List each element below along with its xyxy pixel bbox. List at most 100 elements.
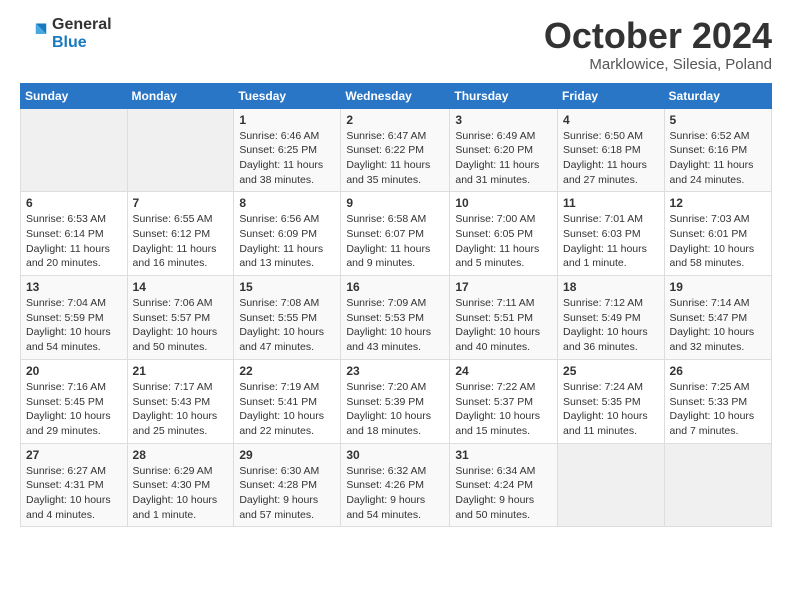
day-info: Sunrise: 6:55 AM Sunset: 6:12 PM Dayligh… bbox=[133, 212, 229, 271]
week-row-2: 6Sunrise: 6:53 AM Sunset: 6:14 PM Daylig… bbox=[21, 192, 772, 276]
title-block: October 2024 Marklowice, Silesia, Poland bbox=[544, 16, 772, 73]
day-number: 4 bbox=[563, 113, 659, 127]
day-info: Sunrise: 7:01 AM Sunset: 6:03 PM Dayligh… bbox=[563, 212, 659, 271]
day-info: Sunrise: 7:17 AM Sunset: 5:43 PM Dayligh… bbox=[133, 380, 229, 439]
logo-blue: Blue bbox=[52, 34, 87, 51]
logo-text: General Blue bbox=[52, 16, 112, 51]
day-cell: 29 Sunrise: 6:30 AM Sunset: 4:28 PM Dayli… bbox=[234, 443, 341, 527]
day-number: 30 bbox=[346, 448, 444, 462]
col-thursday: Thursday bbox=[450, 83, 558, 108]
day-number: 14 bbox=[133, 280, 229, 294]
day-cell: 3 Sunrise: 6:49 AM Sunset: 6:20 PM Daylig… bbox=[450, 108, 558, 192]
day-number: 12 bbox=[670, 196, 766, 210]
day-number: 19 bbox=[670, 280, 766, 294]
day-number: 22 bbox=[239, 364, 335, 378]
col-wednesday: Wednesday bbox=[341, 83, 450, 108]
day-info: Sunrise: 7:19 AM Sunset: 5:41 PM Dayligh… bbox=[239, 380, 335, 439]
day-number: 24 bbox=[455, 364, 552, 378]
day-number: 3 bbox=[455, 113, 552, 127]
day-number: 29 bbox=[239, 448, 335, 462]
day-info: Sunrise: 6:52 AM Sunset: 6:16 PM Dayligh… bbox=[670, 129, 766, 188]
day-cell: 21 Sunrise: 7:17 AM Sunset: 5:43 PM Dayli… bbox=[127, 359, 234, 443]
day-info: Sunrise: 6:47 AM Sunset: 6:22 PM Dayligh… bbox=[346, 129, 444, 188]
day-cell: 22 Sunrise: 7:19 AM Sunset: 5:41 PM Dayli… bbox=[234, 359, 341, 443]
day-cell: 9 Sunrise: 6:58 AM Sunset: 6:07 PM Daylig… bbox=[341, 192, 450, 276]
week-row-5: 27Sunrise: 6:27 AM Sunset: 4:31 PM Dayli… bbox=[21, 443, 772, 527]
day-number: 9 bbox=[346, 196, 444, 210]
week-row-4: 20Sunrise: 7:16 AM Sunset: 5:45 PM Dayli… bbox=[21, 359, 772, 443]
day-number: 2 bbox=[346, 113, 444, 127]
col-monday: Monday bbox=[127, 83, 234, 108]
day-cell: 8Sunrise: 6:56 AM Sunset: 6:09 PM Daylig… bbox=[234, 192, 341, 276]
day-cell: 13Sunrise: 7:04 AM Sunset: 5:59 PM Dayli… bbox=[21, 276, 128, 360]
day-cell: 15Sunrise: 7:08 AM Sunset: 5:55 PM Dayli… bbox=[234, 276, 341, 360]
day-info: Sunrise: 7:03 AM Sunset: 6:01 PM Dayligh… bbox=[670, 212, 766, 271]
day-number: 15 bbox=[239, 280, 335, 294]
day-cell: 16 Sunrise: 7:09 AM Sunset: 5:53 PM Dayli… bbox=[341, 276, 450, 360]
day-number: 31 bbox=[455, 448, 552, 462]
day-cell: 30 Sunrise: 6:32 AM Sunset: 4:26 PM Dayli… bbox=[341, 443, 450, 527]
location-text: Marklowice, Silesia, Poland bbox=[544, 56, 772, 73]
day-number: 5 bbox=[670, 113, 766, 127]
day-cell: 27Sunrise: 6:27 AM Sunset: 4:31 PM Dayli… bbox=[21, 443, 128, 527]
logo-icon bbox=[20, 20, 48, 48]
day-cell: 11 Sunrise: 7:01 AM Sunset: 6:03 PM Dayli… bbox=[558, 192, 665, 276]
day-info: Sunrise: 6:34 AM Sunset: 4:24 PM Dayligh… bbox=[455, 464, 552, 523]
day-cell: 2 Sunrise: 6:47 AM Sunset: 6:22 PM Daylig… bbox=[341, 108, 450, 192]
day-cell bbox=[664, 443, 771, 527]
day-info: Sunrise: 6:58 AM Sunset: 6:07 PM Dayligh… bbox=[346, 212, 444, 271]
day-info: Sunrise: 6:32 AM Sunset: 4:26 PM Dayligh… bbox=[346, 464, 444, 523]
calendar-body: 1 Sunrise: 6:46 AM Sunset: 6:25 PM Daylig… bbox=[21, 108, 772, 527]
day-info: Sunrise: 6:46 AM Sunset: 6:25 PM Dayligh… bbox=[239, 129, 335, 188]
day-number: 26 bbox=[670, 364, 766, 378]
day-cell: 23Sunrise: 7:20 AM Sunset: 5:39 PM Dayli… bbox=[341, 359, 450, 443]
day-cell: 5 Sunrise: 6:52 AM Sunset: 6:16 PM Daylig… bbox=[664, 108, 771, 192]
col-friday: Friday bbox=[558, 83, 665, 108]
day-cell: 31 Sunrise: 6:34 AM Sunset: 4:24 PM Dayli… bbox=[450, 443, 558, 527]
day-info: Sunrise: 7:00 AM Sunset: 6:05 PM Dayligh… bbox=[455, 212, 552, 271]
day-number: 17 bbox=[455, 280, 552, 294]
col-sunday: Sunday bbox=[21, 83, 128, 108]
weekday-row: Sunday Monday Tuesday Wednesday Thursday… bbox=[21, 83, 772, 108]
day-number: 10 bbox=[455, 196, 552, 210]
day-info: Sunrise: 6:30 AM Sunset: 4:28 PM Dayligh… bbox=[239, 464, 335, 523]
day-cell: 17Sunrise: 7:11 AM Sunset: 5:51 PM Dayli… bbox=[450, 276, 558, 360]
day-info: Sunrise: 7:12 AM Sunset: 5:49 PM Dayligh… bbox=[563, 296, 659, 355]
day-info: Sunrise: 7:04 AM Sunset: 5:59 PM Dayligh… bbox=[26, 296, 122, 355]
logo-general: General bbox=[52, 16, 112, 33]
day-info: Sunrise: 7:24 AM Sunset: 5:35 PM Dayligh… bbox=[563, 380, 659, 439]
day-info: Sunrise: 6:49 AM Sunset: 6:20 PM Dayligh… bbox=[455, 129, 552, 188]
day-cell: 19 Sunrise: 7:14 AM Sunset: 5:47 PM Dayli… bbox=[664, 276, 771, 360]
day-cell: 26 Sunrise: 7:25 AM Sunset: 5:33 PM Dayli… bbox=[664, 359, 771, 443]
calendar-table: Sunday Monday Tuesday Wednesday Thursday… bbox=[20, 83, 772, 528]
day-info: Sunrise: 6:29 AM Sunset: 4:30 PM Dayligh… bbox=[133, 464, 229, 523]
day-cell bbox=[558, 443, 665, 527]
day-info: Sunrise: 7:25 AM Sunset: 5:33 PM Dayligh… bbox=[670, 380, 766, 439]
month-title: October 2024 bbox=[544, 16, 772, 56]
day-cell bbox=[21, 108, 128, 192]
day-number: 20 bbox=[26, 364, 122, 378]
day-number: 25 bbox=[563, 364, 659, 378]
day-info: Sunrise: 7:09 AM Sunset: 5:53 PM Dayligh… bbox=[346, 296, 444, 355]
day-cell: 7Sunrise: 6:55 AM Sunset: 6:12 PM Daylig… bbox=[127, 192, 234, 276]
day-info: Sunrise: 6:53 AM Sunset: 6:14 PM Dayligh… bbox=[26, 212, 122, 271]
day-number: 16 bbox=[346, 280, 444, 294]
day-number: 11 bbox=[563, 196, 659, 210]
day-cell: 4 Sunrise: 6:50 AM Sunset: 6:18 PM Daylig… bbox=[558, 108, 665, 192]
day-cell: 10 Sunrise: 7:00 AM Sunset: 6:05 PM Dayli… bbox=[450, 192, 558, 276]
day-number: 1 bbox=[239, 113, 335, 127]
day-cell: 24Sunrise: 7:22 AM Sunset: 5:37 PM Dayli… bbox=[450, 359, 558, 443]
day-info: Sunrise: 7:14 AM Sunset: 5:47 PM Dayligh… bbox=[670, 296, 766, 355]
col-tuesday: Tuesday bbox=[234, 83, 341, 108]
day-number: 21 bbox=[133, 364, 229, 378]
page-header: General Blue October 2024 Marklowice, Si… bbox=[20, 16, 772, 73]
calendar-page: General Blue October 2024 Marklowice, Si… bbox=[0, 0, 792, 612]
day-number: 18 bbox=[563, 280, 659, 294]
day-cell: 12 Sunrise: 7:03 AM Sunset: 6:01 PM Dayli… bbox=[664, 192, 771, 276]
day-info: Sunrise: 6:50 AM Sunset: 6:18 PM Dayligh… bbox=[563, 129, 659, 188]
day-cell: 25 Sunrise: 7:24 AM Sunset: 5:35 PM Dayli… bbox=[558, 359, 665, 443]
col-saturday: Saturday bbox=[664, 83, 771, 108]
day-number: 27 bbox=[26, 448, 122, 462]
day-cell bbox=[127, 108, 234, 192]
day-info: Sunrise: 7:20 AM Sunset: 5:39 PM Dayligh… bbox=[346, 380, 444, 439]
